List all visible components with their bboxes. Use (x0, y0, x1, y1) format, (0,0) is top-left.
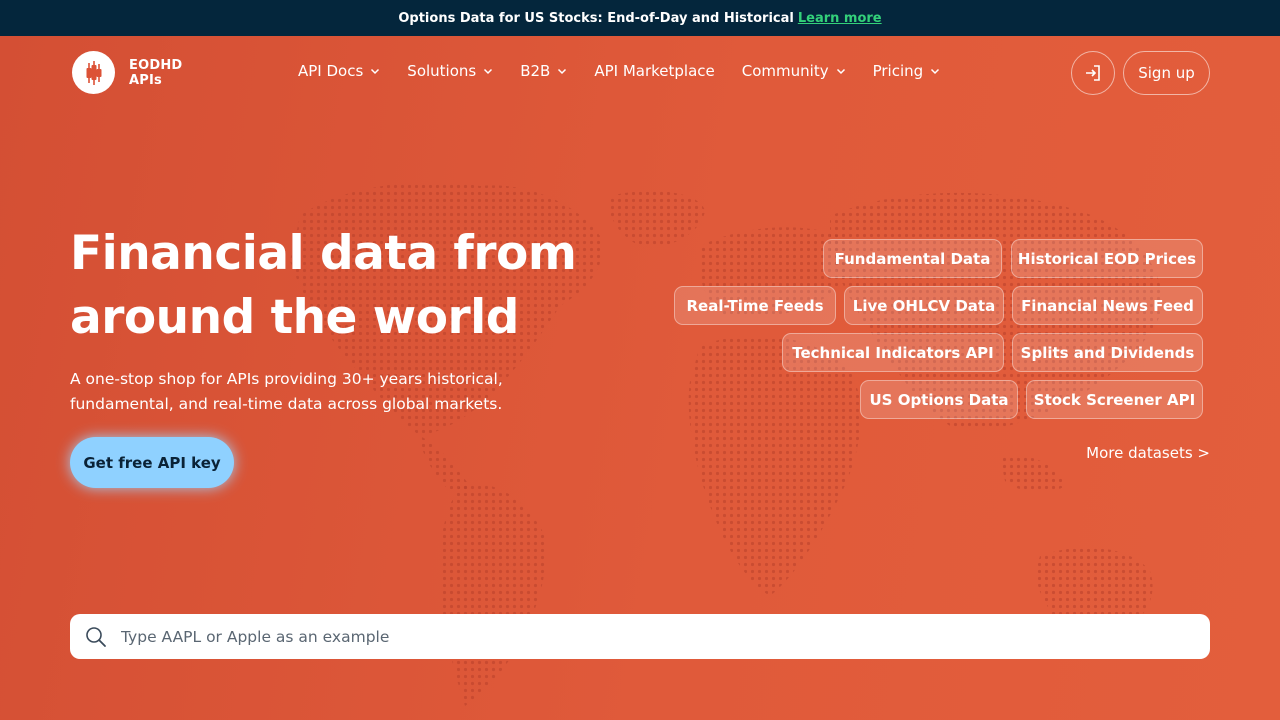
nav-item-label: API Marketplace (594, 62, 715, 80)
nav-item-api-marketplace[interactable]: API Marketplace (594, 62, 714, 80)
chevron-down-icon (931, 68, 940, 75)
hero-headline-line-1: Financial data from (70, 226, 577, 281)
nav-item-label: Solutions (407, 62, 477, 80)
hero-subheadline: A one-stop shop for APIs providing 30+ y… (70, 370, 503, 413)
login-button[interactable] (1071, 51, 1115, 95)
logo-text: EODHD APIs (129, 58, 182, 88)
candlestick-chart-icon (72, 51, 115, 94)
chevron-down-icon (836, 68, 845, 75)
more-datasets-link[interactable]: More datasets > (1030, 444, 1210, 462)
main-nav: API Docs Solutions B2B API Marketplace C… (298, 62, 967, 80)
search-input[interactable] (121, 616, 1181, 657)
search-icon (86, 626, 106, 647)
nav-item-label: API Docs (298, 62, 364, 80)
chip-us-options-data[interactable]: US Options Data (860, 380, 1018, 419)
login-icon (1086, 65, 1100, 81)
chip-technical-indicators-api[interactable]: Technical Indicators API (782, 333, 1004, 372)
announcement-text: Options Data for US Stocks: End-of-Day a… (398, 10, 794, 26)
signup-button[interactable]: Sign up (1123, 51, 1210, 95)
site-header: EODHD APIs API Docs Solutions B2B API Ma… (0, 36, 1280, 108)
nav-item-label: B2B (520, 62, 551, 80)
chip-historical-eod-prices[interactable]: Historical EOD Prices (1011, 239, 1203, 278)
nav-item-label: Pricing (872, 62, 924, 80)
logo-line-1: EODHD (129, 57, 183, 73)
chip-live-ohlcv-data[interactable]: Live OHLCV Data (844, 286, 1004, 325)
announcement-learn-more-link[interactable]: Learn more (798, 11, 882, 26)
chip-real-time-feeds[interactable]: Real-Time Feeds (674, 286, 836, 325)
chip-splits-and-dividends[interactable]: Splits and Dividends (1012, 333, 1203, 372)
hero-headline: Financial data from around the world (70, 222, 630, 350)
nav-item-label: Community (741, 62, 829, 80)
nav-item-community[interactable]: Community (742, 62, 846, 80)
logo[interactable]: EODHD APIs (72, 51, 182, 94)
hero-headline-line-2: around the world (70, 290, 519, 345)
nav-item-b2b[interactable]: B2B (520, 62, 567, 80)
chip-financial-news-feed[interactable]: Financial News Feed (1012, 286, 1203, 325)
logo-line-2: APIs (129, 72, 162, 88)
search-bar (70, 614, 1210, 659)
nav-item-pricing[interactable]: Pricing (873, 62, 941, 80)
chevron-down-icon (484, 68, 493, 75)
nav-item-solutions[interactable]: Solutions (407, 62, 493, 80)
chip-fundamental-data[interactable]: Fundamental Data (823, 239, 1002, 278)
chevron-down-icon (371, 68, 380, 75)
nav-item-api-docs[interactable]: API Docs (298, 62, 380, 80)
get-free-api-key-button[interactable]: Get free API key (70, 437, 234, 488)
announcement-bar: Options Data for US Stocks: End-of-Day a… (0, 0, 1280, 36)
chevron-down-icon (558, 68, 567, 75)
chip-stock-screener-api[interactable]: Stock Screener API (1026, 380, 1203, 419)
